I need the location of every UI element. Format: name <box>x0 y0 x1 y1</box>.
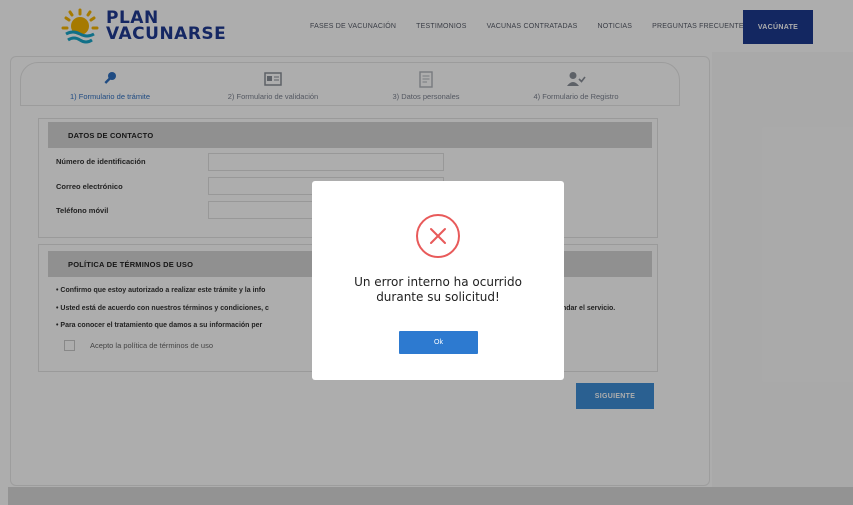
error-message-line1: Un error interno ha ocurrido <box>354 275 522 289</box>
error-message: Un error interno ha ocurrido durante su … <box>312 275 564 305</box>
error-dialog: Un error interno ha ocurrido durante su … <box>312 181 564 380</box>
ok-button[interactable]: Ok <box>399 331 478 354</box>
error-x-icon <box>416 214 460 258</box>
error-message-line2: durante su solicitud! <box>376 290 500 304</box>
